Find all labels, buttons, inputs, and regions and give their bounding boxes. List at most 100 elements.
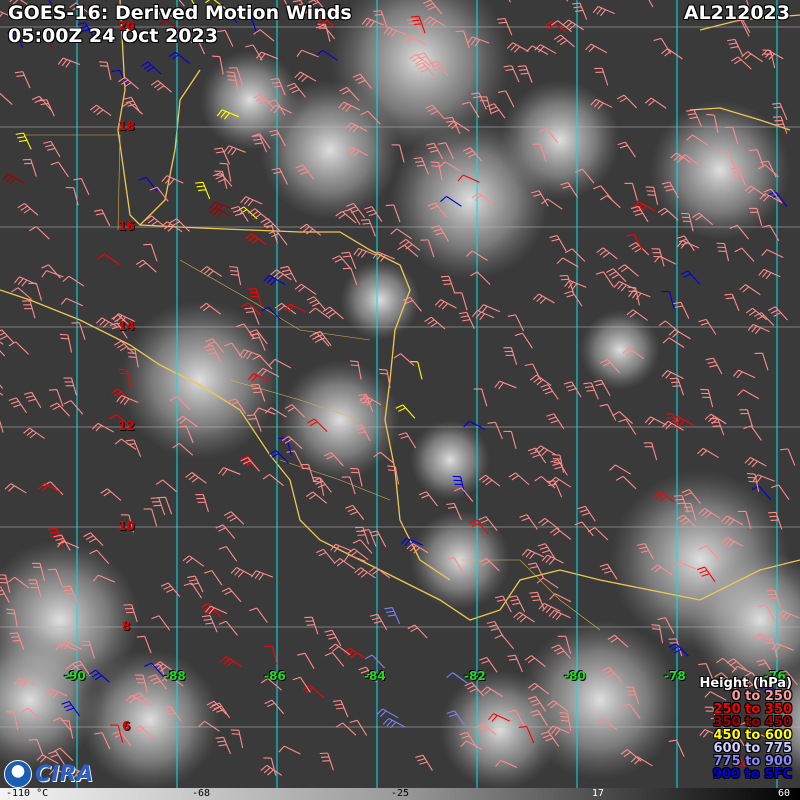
wind-barb bbox=[550, 20, 573, 33]
wind-barb bbox=[644, 97, 667, 109]
wind-barb bbox=[324, 629, 342, 647]
wind-barb bbox=[680, 270, 701, 285]
wind-barb bbox=[613, 280, 636, 292]
wind-barb bbox=[556, 257, 579, 268]
wind-barb bbox=[630, 205, 649, 223]
wind-barb bbox=[0, 384, 4, 389]
wind-barb bbox=[65, 187, 79, 206]
cloud bbox=[410, 420, 490, 500]
wind-barb bbox=[503, 430, 517, 450]
wind-barb bbox=[577, 505, 596, 522]
wind-barb bbox=[332, 255, 352, 270]
lat-label: 18 bbox=[118, 119, 135, 133]
wind-barb bbox=[38, 482, 61, 493]
wind-barb bbox=[369, 530, 387, 548]
wind-barb bbox=[99, 61, 112, 80]
wind-barb bbox=[393, 353, 415, 367]
wind-barb bbox=[661, 291, 675, 310]
wind-barb bbox=[743, 425, 762, 441]
wind-barb bbox=[140, 61, 162, 75]
wind-barb bbox=[744, 456, 767, 468]
wind-barb bbox=[230, 729, 244, 749]
wind-barb bbox=[564, 279, 587, 291]
noaa-cira-logo: CIRA bbox=[4, 760, 93, 788]
wind-barb bbox=[335, 722, 357, 736]
wind-barb bbox=[477, 304, 501, 313]
lon-label: -88 bbox=[164, 669, 186, 683]
lon-label: -90 bbox=[64, 669, 86, 683]
wind-barb bbox=[23, 427, 45, 439]
lon-label: -84 bbox=[364, 669, 386, 683]
wind-barb bbox=[564, 290, 583, 307]
wind-barb bbox=[513, 611, 535, 623]
cloud bbox=[200, 50, 300, 150]
wind-barb bbox=[229, 266, 242, 286]
wind-barb bbox=[0, 419, 4, 433]
wind-barb bbox=[521, 548, 545, 560]
wind-barb bbox=[553, 34, 575, 48]
wind-barb bbox=[8, 397, 27, 414]
wind-barb bbox=[780, 448, 796, 466]
wind-barb bbox=[59, 333, 73, 353]
wind-barb bbox=[549, 527, 572, 540]
wind-barb bbox=[219, 656, 242, 668]
wind-barb bbox=[409, 361, 423, 380]
wind-barb bbox=[299, 223, 322, 236]
wind-barb bbox=[770, 484, 790, 500]
lat-label: 8 bbox=[122, 619, 131, 633]
wind-barb bbox=[507, 314, 525, 332]
wind-barb bbox=[352, 539, 373, 554]
wind-barb bbox=[514, 332, 533, 349]
wind-barb bbox=[741, 51, 763, 63]
wind-barb bbox=[585, 43, 608, 54]
wind-barb bbox=[4, 483, 27, 494]
cloud bbox=[120, 300, 280, 460]
wind-barb bbox=[508, 595, 526, 613]
wind-barb bbox=[761, 249, 784, 258]
wind-barb bbox=[312, 330, 332, 347]
wind-barb bbox=[185, 472, 207, 484]
wind-barb bbox=[562, 19, 584, 31]
wind-barb bbox=[361, 219, 376, 237]
wind-barb bbox=[262, 473, 284, 487]
wind-barb bbox=[609, 464, 632, 475]
wind-barb bbox=[697, 447, 719, 459]
wind-barb bbox=[89, 104, 112, 117]
wind-barb bbox=[292, 676, 311, 693]
wind-barb bbox=[617, 141, 636, 158]
wind-barb bbox=[617, 264, 639, 277]
wind-barb bbox=[195, 181, 211, 200]
cira-logo-text: CIRA bbox=[35, 761, 94, 787]
wind-barb bbox=[264, 645, 278, 665]
wind-barb bbox=[538, 517, 560, 530]
cloud bbox=[80, 650, 220, 788]
wind-barb bbox=[364, 654, 386, 669]
wind-barb bbox=[204, 570, 223, 586]
wind-barb bbox=[661, 48, 683, 60]
wind-barb bbox=[268, 450, 290, 464]
wind-barb bbox=[440, 275, 456, 294]
lat-label: 20 bbox=[118, 19, 135, 33]
wind-barb bbox=[487, 421, 503, 440]
wind-barb bbox=[155, 479, 177, 493]
wind-barb bbox=[739, 284, 761, 296]
colorbar-label: 17 bbox=[592, 788, 605, 799]
wind-barb bbox=[240, 196, 263, 207]
wind-barb bbox=[724, 293, 740, 312]
wind-barb bbox=[202, 615, 218, 633]
wind-barb bbox=[223, 511, 245, 525]
wind-barb bbox=[183, 582, 203, 599]
wind-barb bbox=[745, 307, 767, 321]
wind-barb bbox=[376, 708, 399, 719]
wind-barb bbox=[616, 94, 638, 109]
wind-barb bbox=[550, 459, 568, 476]
wind-barb bbox=[294, 283, 317, 295]
wind-barb bbox=[382, 717, 405, 729]
wind-barb bbox=[22, 300, 36, 319]
wind-barb bbox=[353, 247, 376, 259]
wind-barb bbox=[349, 719, 368, 736]
wind-barb bbox=[761, 224, 780, 242]
wind-barb bbox=[2, 173, 25, 185]
wind-barb bbox=[530, 374, 552, 387]
wind-barb bbox=[296, 49, 319, 58]
